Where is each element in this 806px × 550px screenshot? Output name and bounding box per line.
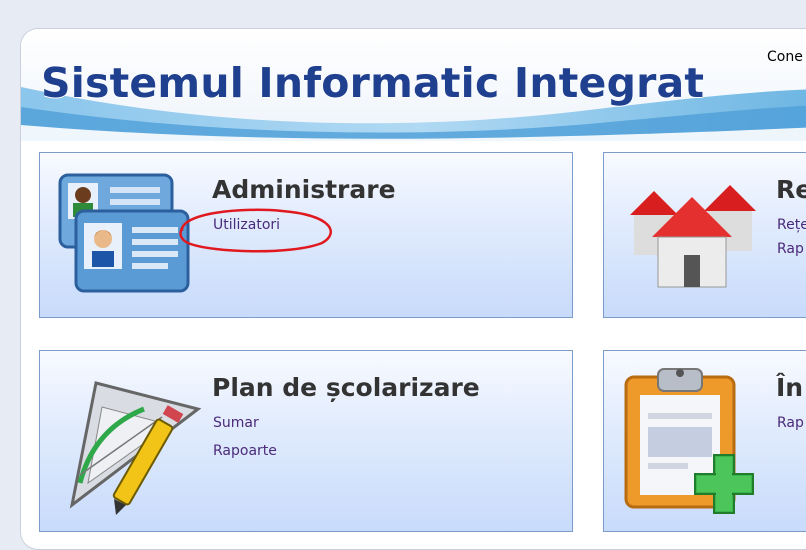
link-sumar[interactable]: Sumar	[213, 415, 259, 431]
main-panel: Sistemul Informatic Integrat Cone Admini…	[20, 28, 806, 550]
drafting-tools-icon	[69, 381, 202, 515]
link-rapoarte[interactable]: Rap	[777, 415, 804, 431]
link-utilizatori[interactable]: Utilizatori	[213, 217, 280, 233]
clipboard-add-icon	[624, 368, 754, 514]
connection-label: Cone	[767, 49, 803, 65]
tile-inscriere[interactable]: În Rap	[603, 350, 806, 532]
tile-heading: Administrare	[212, 175, 396, 204]
id-cards-icon	[58, 173, 190, 293]
tile-heading: Re	[776, 175, 806, 204]
link-retea[interactable]: Rețe	[777, 217, 806, 233]
houses-icon	[630, 185, 756, 288]
tile-heading: Plan de școlarizare	[212, 373, 480, 402]
tile-heading: În	[776, 373, 804, 402]
link-rapoarte[interactable]: Rapoarte	[213, 443, 277, 459]
tile-administrare[interactable]: Administrare Utilizatori	[39, 152, 573, 318]
tile-plan-scolarizare[interactable]: Plan de școlarizare Sumar Rapoarte	[39, 350, 573, 532]
page-title: Sistemul Informatic Integrat	[41, 59, 705, 107]
link-rapoarte[interactable]: Rap	[777, 241, 804, 257]
tile-retea[interactable]: Re Rețe Rap	[603, 152, 806, 318]
